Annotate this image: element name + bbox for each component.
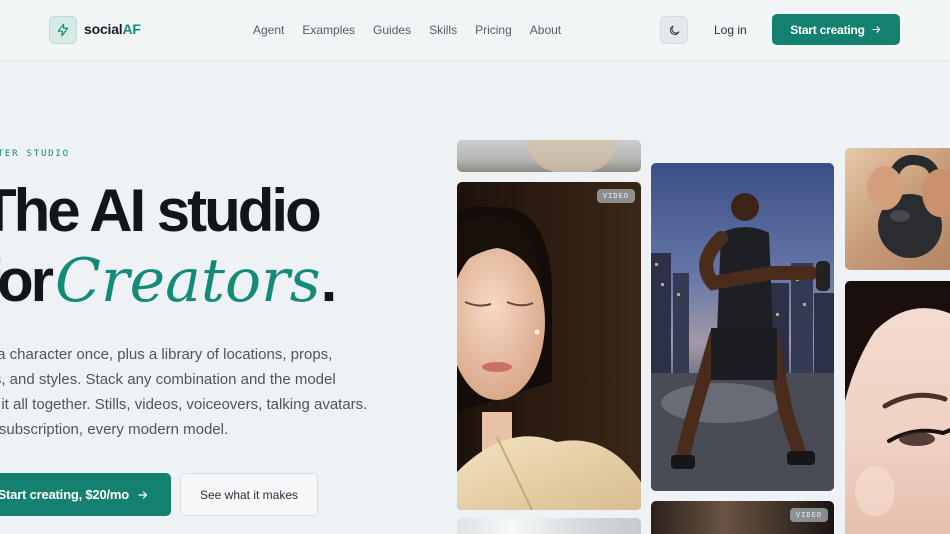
video-badge: VIDEO — [789, 508, 828, 522]
nav-link-guides[interactable]: Guides — [373, 23, 411, 37]
hero-headline-line1: The AI studio — [0, 177, 322, 244]
hero-description-line: lds it all together. Stills, videos, voi… — [0, 396, 368, 413]
headline-accent: Creators — [54, 246, 321, 316]
gallery-video-bottom-partial[interactable]: VIDEO — [651, 501, 834, 534]
hero-headline-line2: forCreators. — [0, 246, 338, 316]
start-creating-button[interactable]: Start creating — [772, 14, 900, 45]
arrow-right-icon — [138, 490, 148, 499]
gallery-tile-bottom-partial[interactable] — [457, 518, 641, 534]
brand-suffix: AF — [122, 21, 141, 37]
top-nav: socialAF Agent Examples Guides Skills Pr… — [0, 0, 950, 61]
nav-link-agent[interactable]: Agent — [253, 23, 284, 37]
portrait-woman-illustration — [457, 206, 641, 510]
start-creating-label: Start creating — [790, 22, 865, 37]
brand-prefix: social — [84, 21, 123, 37]
gallery-photo-makeup-closeup[interactable] — [845, 281, 950, 534]
theme-toggle-button[interactable] — [660, 16, 688, 44]
nav-link-about[interactable]: About — [530, 23, 561, 37]
moon-icon — [669, 25, 679, 35]
gallery-photo-kettlebell-closeup[interactable] — [845, 148, 950, 270]
kettlebell-illustration — [867, 154, 950, 258]
nav-link-skills[interactable]: Skills — [429, 23, 457, 37]
hero-description: ild a character once, plus a library of … — [0, 342, 367, 442]
makeup-face-illustration — [845, 281, 950, 516]
hero-description-line: ne subscription, every modern model. — [0, 421, 229, 438]
logo-bolt-icon[interactable] — [49, 16, 77, 44]
start-creating-pricing-button[interactable]: Start creating, $20/mo — [0, 473, 171, 516]
arrow-right-icon — [872, 26, 881, 33]
gallery-photo-athlete-kettlebell[interactable] — [651, 163, 834, 491]
hero-description-line: ild a character once, plus a library of … — [0, 346, 333, 363]
login-link[interactable]: Log in — [714, 23, 747, 37]
see-examples-button[interactable]: See what it makes — [180, 473, 318, 516]
start-creating-pricing-label: Start creating, $20/mo — [0, 487, 129, 502]
brand-logo[interactable]: socialAF — [84, 21, 141, 37]
video-badge: VIDEO — [596, 189, 635, 203]
hero-eyebrow: RACTER STUDIO — [0, 149, 70, 159]
hero-description-line: tfits, and styles. Stack any combination… — [0, 371, 336, 388]
headline-plain: for — [0, 247, 54, 314]
gallery-tile-top-partial[interactable] — [457, 140, 641, 172]
athlete-city-illustration — [651, 193, 834, 491]
nav-link-examples[interactable]: Examples — [302, 23, 355, 37]
primary-nav: Agent Examples Guides Skills Pricing Abo… — [253, 23, 561, 37]
gallery-video-portrait-woman[interactable]: VIDEO — [457, 182, 641, 510]
headline-dot: . — [320, 247, 338, 314]
nav-link-pricing[interactable]: Pricing — [475, 23, 512, 37]
blur-shape — [527, 140, 617, 172]
